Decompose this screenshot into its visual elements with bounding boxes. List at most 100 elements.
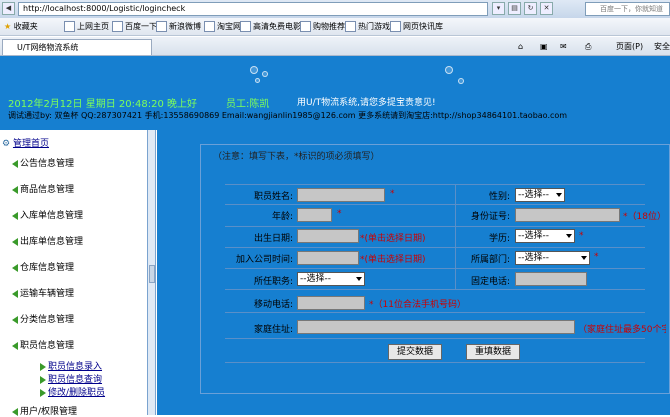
birth-input[interactable]: [297, 229, 359, 243]
favorite-link[interactable]: 新浪微博: [156, 19, 201, 35]
mobile-label: 移动电话:: [253, 300, 293, 310]
grid-line: [225, 204, 645, 205]
home-link[interactable]: ⚙ 管理首页: [2, 136, 49, 149]
birth-label: 出生日期:: [253, 234, 293, 244]
favorite-link[interactable]: 高清免费电影: [240, 19, 301, 35]
position-select[interactable]: --选择--: [297, 272, 365, 286]
favorite-label: 网页快讯库: [403, 22, 443, 31]
submit-button[interactable]: 提交数据: [388, 344, 442, 360]
education-select[interactable]: --选择--: [515, 229, 575, 243]
grid-line: [225, 268, 645, 269]
bubble-decoration: [250, 66, 258, 74]
form-notice: （注意：填写下表，*标识的项必须填写）: [213, 152, 380, 162]
favorite-link[interactable]: 上网主页: [64, 19, 109, 35]
bubble-decoration: [262, 71, 268, 77]
bubble-decoration: [458, 78, 464, 84]
sidebar-subitem-edit-staff[interactable]: 修改/删除职员: [40, 385, 105, 398]
dept-select[interactable]: --选择--: [515, 251, 590, 265]
gender-label: 性别:: [488, 192, 510, 202]
sidebar-item-staff[interactable]: 职员信息管理: [12, 338, 74, 351]
required-mark: *: [337, 209, 342, 219]
favorite-label: 购物推荐: [313, 22, 345, 31]
join-input[interactable]: [297, 251, 359, 265]
home-icon[interactable]: ⌂: [518, 39, 523, 54]
page-icon: [390, 21, 401, 32]
arrow-icon: [40, 362, 46, 371]
sidebar-subitem-add-staff[interactable]: 职员信息录入: [40, 359, 102, 372]
age-input[interactable]: [297, 208, 332, 222]
sidebar-subitem-label: 修改/删除职员: [48, 388, 106, 398]
sidebar-item-vehicles[interactable]: 运输车辆管理: [12, 286, 74, 299]
grid-line: [225, 312, 645, 313]
idcard-hint: *（18位）: [623, 212, 666, 222]
chevron-down-icon: [566, 234, 572, 238]
position-label: 所任职务:: [253, 277, 293, 287]
sidebar-subitem-query-staff[interactable]: 职员信息查询: [40, 372, 102, 385]
page-icon: [240, 21, 251, 32]
tab-bar: U/T网络物流系统 ⌂ ▣ ✉ ⎙ 页面(P) 安全: [0, 37, 670, 56]
search-input[interactable]: 百度一下，你就知道: [585, 2, 670, 16]
gender-value: --选择--: [518, 190, 549, 200]
sidebar-item-label: 商品信息管理: [20, 185, 75, 195]
tab-current[interactable]: U/T网络物流系统: [2, 39, 152, 55]
mail-icon[interactable]: ✉: [560, 39, 567, 54]
sidebar-item-users[interactable]: 用户/权限管理: [12, 404, 77, 417]
name-label: 职员姓名:: [253, 192, 293, 202]
favorite-label: 百度一下: [125, 22, 157, 31]
bubble-decoration: [445, 66, 453, 74]
required-mark: *: [594, 252, 599, 262]
sidebar-item-warehouse[interactable]: 仓库信息管理: [12, 260, 74, 273]
favorite-link[interactable]: 淘宝网: [204, 19, 241, 35]
arrow-icon: [40, 388, 46, 397]
mobile-input[interactable]: [297, 296, 365, 310]
favorite-link[interactable]: 网页快讯库: [390, 19, 443, 35]
splitter-handle[interactable]: [149, 265, 155, 283]
sidebar-item-category[interactable]: 分类信息管理: [12, 312, 74, 325]
feed-icon[interactable]: ▣: [540, 39, 548, 54]
favorite-label: 新浪微博: [169, 22, 201, 31]
favorites-button[interactable]: ★ 收藏夹: [4, 19, 38, 35]
favorites-bar: ★ 收藏夹 上网主页 百度一下 新浪微博 淘宝网 高清免费电影 购物推荐 热门游…: [0, 18, 670, 36]
reset-button[interactable]: 重填数据: [466, 344, 520, 360]
idcard-label: 身份证号:: [470, 212, 510, 222]
home-label: 管理首页: [12, 139, 49, 149]
favorite-link[interactable]: 百度一下: [112, 19, 157, 35]
refresh-icon[interactable]: ↻: [524, 2, 537, 15]
favorite-link[interactable]: 购物推荐: [300, 19, 345, 35]
favorite-link[interactable]: 热门游戏: [345, 19, 390, 35]
stop-icon[interactable]: ✕: [540, 2, 553, 15]
star-icon: ★: [4, 22, 12, 31]
join-hint: *(单击选择日期): [360, 255, 426, 265]
sidebar-item-goods[interactable]: 商品信息管理: [12, 182, 74, 195]
page-icon: [300, 21, 311, 32]
chevron-down-icon: [356, 277, 362, 281]
sidebar-item-outbound[interactable]: 出库单信息管理: [12, 234, 83, 247]
dept-value: --选择--: [518, 253, 549, 263]
gender-select[interactable]: --选择--: [515, 188, 565, 202]
address-input[interactable]: [297, 320, 575, 334]
name-input[interactable]: [297, 188, 385, 202]
sidebar-subitem-label: 职员信息录入: [48, 362, 103, 372]
page-menu[interactable]: 页面(P): [616, 39, 643, 54]
compat-icon[interactable]: ▤: [508, 2, 521, 15]
grid-line: [225, 226, 645, 227]
safety-menu[interactable]: 安全: [654, 39, 670, 54]
address-input[interactable]: http://localhost:8000/Logistic/loginchec…: [18, 2, 488, 16]
phone-input[interactable]: [515, 272, 587, 286]
arrow-icon: [12, 341, 18, 350]
idcard-input[interactable]: [515, 208, 620, 222]
sidebar-item-notice[interactable]: 公告信息管理: [12, 156, 74, 169]
date-time: 2012年2月12日 星期日 20:48:20 晚上好: [8, 99, 197, 110]
chevron-down-icon: [556, 193, 562, 197]
arrow-icon: [12, 263, 18, 272]
dropdown-icon[interactable]: ▾: [492, 2, 505, 15]
sidebar-item-inbound[interactable]: 入库单信息管理: [12, 208, 83, 221]
sidebar-item-label: 出库单信息管理: [20, 237, 84, 247]
education-value: --选择--: [518, 231, 549, 241]
grid-line: [225, 338, 645, 339]
print-icon[interactable]: ⎙: [585, 39, 591, 54]
birth-hint: *(单击选择日期): [360, 234, 426, 244]
favorite-label: 上网主页: [77, 22, 109, 31]
welcome-text: 用U/T物流系统,请您多提宝贵意见!: [297, 98, 436, 108]
back-icon[interactable]: ◀: [2, 2, 15, 15]
